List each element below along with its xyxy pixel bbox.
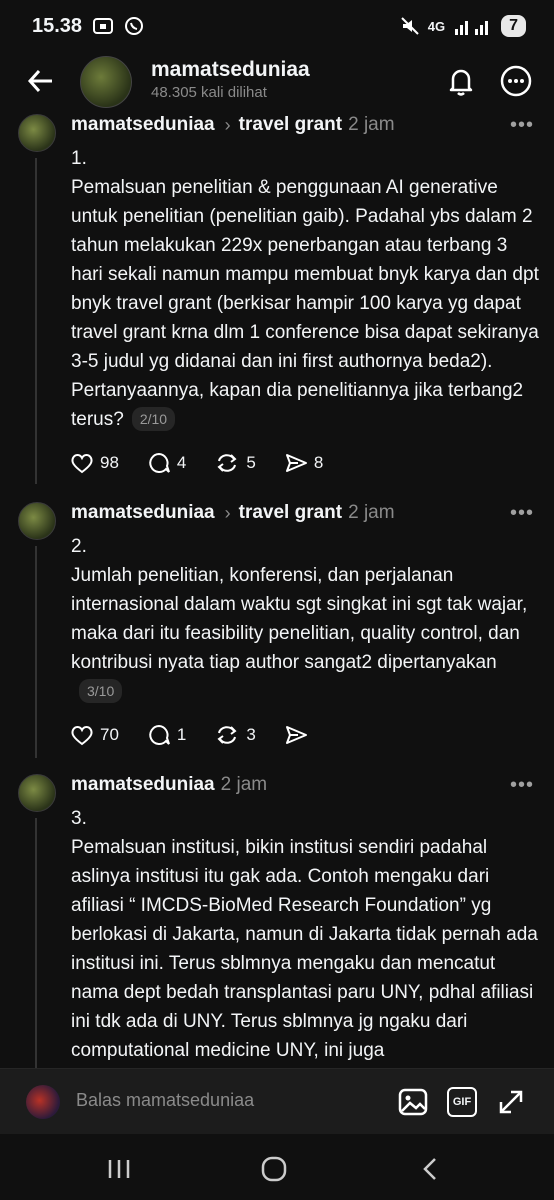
back-nav-icon[interactable]	[420, 1156, 440, 1182]
gif-label: GIF	[452, 1096, 472, 1108]
post-topic[interactable]: travel grant	[239, 502, 342, 524]
post-meta: mamatseduniaa › travel grant 2 jam	[71, 114, 395, 136]
post-more-icon[interactable]: •••	[510, 774, 534, 797]
post-text: Pemalsuan institusi, bikin institusi sen…	[71, 837, 538, 1061]
reply-input[interactable]: Balas mamatseduniaa	[76, 1090, 254, 1111]
chevron-right-icon: ›	[224, 502, 231, 523]
avatar[interactable]	[18, 502, 56, 540]
heart-icon	[71, 454, 93, 474]
like-button[interactable]: 70	[70, 724, 119, 746]
thread-line	[35, 546, 37, 758]
reply-count: 4	[176, 453, 187, 472]
share-count: 8	[313, 453, 324, 472]
reply-count: 1	[176, 725, 187, 744]
like-count: 98	[100, 453, 119, 472]
post-username[interactable]: mamatseduniaa	[71, 502, 215, 524]
repost-icon	[217, 726, 237, 744]
avatar[interactable]	[18, 114, 56, 152]
screenshot-icon	[93, 18, 114, 34]
post-more-icon[interactable]: •••	[510, 114, 534, 137]
avatar	[26, 1085, 60, 1119]
mute-icon	[401, 17, 419, 35]
reply-bar: Balas mamatseduniaa GIF	[0, 1068, 554, 1135]
page-title[interactable]: mamatseduniaa	[151, 58, 310, 82]
status-bar: 15.38 4G 7	[0, 0, 554, 52]
post-meta: mamatseduniaa 2 jam	[71, 774, 267, 796]
status-time: 15.38	[32, 14, 83, 37]
profile-header: mamatseduniaa 48.305 kali dilihat	[0, 52, 554, 112]
post-number: 2.	[71, 536, 87, 557]
like-button[interactable]: 98	[70, 452, 119, 474]
battery-indicator: 7	[501, 15, 526, 37]
thread-feed: mamatseduniaa › travel grant 2 jam ••• 1…	[0, 112, 554, 1068]
network-label: 4G	[427, 18, 446, 34]
post-time: 2 jam	[348, 114, 395, 135]
image-icon[interactable]	[398, 1087, 428, 1117]
post-time: 2 jam	[348, 502, 395, 523]
post-topic[interactable]: travel grant	[239, 114, 342, 136]
repost-count: 5	[246, 453, 256, 472]
heart-icon	[71, 726, 93, 746]
system-nav-bar	[0, 1134, 554, 1200]
repost-count: 3	[246, 725, 256, 744]
reply-button[interactable]: 1	[147, 724, 186, 746]
post-number: 3.	[71, 808, 87, 829]
recent-apps-icon[interactable]	[106, 1158, 132, 1180]
post-time: 2 jam	[220, 774, 268, 795]
gif-button[interactable]: GIF	[447, 1087, 477, 1117]
thread-line	[35, 158, 37, 484]
bell-icon[interactable]	[444, 64, 478, 98]
thread-counter-badge: 2/10	[131, 407, 176, 431]
comment-icon	[149, 452, 170, 473]
post-text: Pemalsuan penelitian & penggunaan AI gen…	[71, 177, 539, 430]
home-icon[interactable]	[261, 1156, 287, 1182]
post-body: 3. Pemalsuan institusi, bikin institusi …	[71, 804, 541, 1065]
expand-icon[interactable]	[496, 1087, 526, 1117]
post-meta: mamatseduniaa › travel grant 2 jam	[71, 502, 395, 524]
avatar[interactable]	[80, 56, 132, 108]
thread-post: mamatseduniaa 2 jam ••• 3. Pemalsuan ins…	[0, 772, 554, 1068]
thread-line	[35, 818, 37, 1068]
repost-button[interactable]: 5	[214, 452, 256, 474]
post-body: 2. Jumlah penelitian, konferensi, dan pe…	[71, 532, 541, 706]
post-text: Jumlah penelitian, konferensi, dan perja…	[71, 565, 528, 673]
post-actions: 70 1 3	[70, 724, 308, 746]
avatar[interactable]	[18, 774, 56, 812]
status-left: 15.38	[32, 15, 144, 38]
send-icon	[285, 726, 307, 744]
more-icon[interactable]	[499, 64, 533, 98]
status-right: 4G 7	[400, 15, 526, 37]
comment-icon	[149, 724, 170, 745]
signal-icon	[455, 21, 489, 35]
view-count: 48.305 kali dilihat	[151, 84, 267, 101]
thread-counter-badge: 3/10	[79, 679, 123, 703]
post-username[interactable]: mamatseduniaa	[71, 774, 215, 796]
post-body: 1. Pemalsuan penelitian & penggunaan AI …	[71, 144, 541, 434]
whatsapp-icon	[125, 17, 144, 35]
post-more-icon[interactable]: •••	[510, 502, 534, 525]
thread-post: mamatseduniaa › travel grant 2 jam ••• 1…	[0, 112, 554, 492]
share-button[interactable]: 8	[284, 452, 323, 474]
send-icon	[285, 454, 307, 472]
repost-icon	[217, 454, 237, 472]
post-number: 1.	[71, 148, 87, 169]
like-count: 70	[100, 725, 119, 744]
back-arrow-icon[interactable]	[26, 66, 56, 102]
thread-post: mamatseduniaa › travel grant 2 jam ••• 2…	[0, 500, 554, 760]
reply-button[interactable]: 4	[147, 452, 186, 474]
chevron-right-icon: ›	[224, 114, 231, 135]
repost-button[interactable]: 3	[214, 724, 256, 746]
post-username[interactable]: mamatseduniaa	[71, 114, 215, 136]
share-button[interactable]	[284, 724, 308, 746]
post-actions: 98 4 5 8	[70, 452, 323, 474]
